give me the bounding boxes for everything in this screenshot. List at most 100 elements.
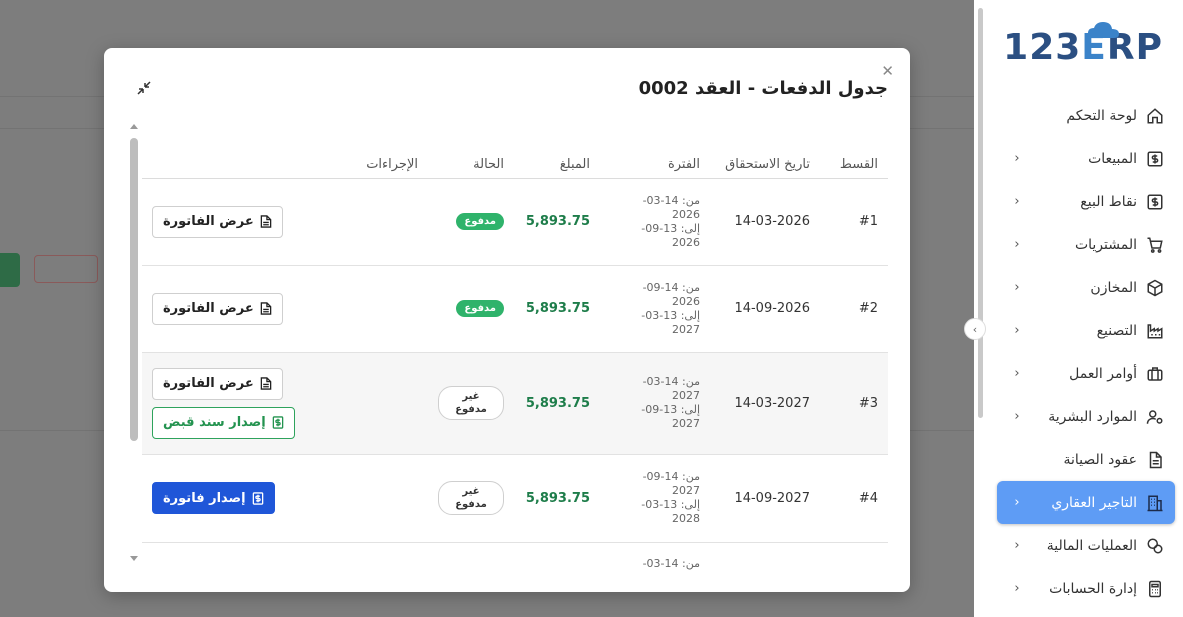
installment-cell: #4 xyxy=(820,454,888,543)
scroll-down-icon[interactable] xyxy=(130,556,138,561)
installment-cell: #1 xyxy=(820,178,888,266)
amount-cell: 5,893.75 xyxy=(514,178,600,266)
period-to: إلى: 13-09-2027 xyxy=(641,403,700,430)
table-header-row: القسط تاريخ الاستحقاق الفترة المبلغ الحا… xyxy=(142,128,888,179)
briefcase-icon xyxy=(1145,364,1165,384)
view-invoice-button[interactable]: عرض الفاتورة xyxy=(152,292,283,325)
minimize-icon[interactable] xyxy=(136,80,152,96)
installment-cell: #3 xyxy=(820,352,888,455)
due-date-cell: 14-03-2026 xyxy=(710,178,820,266)
chevron-left-icon: ‹ xyxy=(1014,495,1020,510)
period-cell: من: 14-03-2027 إلى: 13-09-2027 xyxy=(600,352,710,455)
sidebar-item-label: لوحة التحكم xyxy=(1066,107,1137,124)
sidebar-item-hr[interactable]: الموارد البشرية ‹ xyxy=(997,395,1175,438)
sidebar-item-accounts-management[interactable]: إدارة الحسابات ‹ xyxy=(997,567,1175,610)
calculator-icon xyxy=(1145,579,1165,599)
installment-cell xyxy=(820,542,888,592)
period-from: من: 14-03- xyxy=(642,556,700,570)
chevron-left-icon: ‹ xyxy=(1014,194,1020,209)
building-icon xyxy=(1145,493,1165,513)
bg-green-button xyxy=(0,253,20,287)
scroll-up-icon[interactable] xyxy=(130,124,138,129)
status-badge: غير مدفوع xyxy=(438,481,504,515)
logo-text: 123ERP xyxy=(1003,26,1163,68)
sidebar-item-manufacturing[interactable]: التصنيع ‹ xyxy=(997,309,1175,352)
actions-cell: عرض الفاتورة xyxy=(142,178,428,266)
actions-cell xyxy=(142,542,428,592)
coins-icon xyxy=(1145,536,1165,556)
status-cell: مدفوع xyxy=(428,265,514,353)
sidebar-item-label: المبيعات xyxy=(1088,150,1137,167)
sidebar-item-purchases[interactable]: المشتريات ‹ xyxy=(997,223,1175,266)
chevron-left-icon: ‹ xyxy=(1014,581,1020,596)
installment-cell: #2 xyxy=(820,265,888,353)
file-icon xyxy=(260,377,272,390)
modal-title: جدول الدفعات - العقد 0002 xyxy=(638,78,888,99)
status-cell xyxy=(428,542,514,592)
table-row: من: 14-03- xyxy=(142,542,888,592)
status-cell: غير مدفوع xyxy=(428,352,514,455)
sidebar-item-dashboard[interactable]: لوحة التحكم xyxy=(997,94,1175,137)
file-icon xyxy=(260,215,272,228)
sidebar-item-label: المشتريات xyxy=(1074,236,1137,253)
chevron-left-icon: ‹ xyxy=(1014,538,1020,553)
factory-icon xyxy=(1145,321,1165,341)
sidebar-item-real-estate-leasing[interactable]: التاجير العقاري ‹ xyxy=(997,481,1175,524)
due-date-cell: 14-03-2027 xyxy=(710,352,820,455)
actions-cell: عرض الفاتورة إصدار سند قبض xyxy=(142,352,428,455)
dollar-icon xyxy=(1145,192,1165,212)
sidebar-collapse-button[interactable]: › xyxy=(964,318,986,340)
money-icon xyxy=(272,416,284,429)
home-icon xyxy=(1145,106,1165,126)
sidebar-item-warehouses[interactable]: المخازن ‹ xyxy=(997,266,1175,309)
issue-invoice-button[interactable]: إصدار فاتورة xyxy=(152,482,275,514)
sidebar-item-pos[interactable]: نقاط البيع ‹ xyxy=(997,180,1175,223)
view-invoice-button[interactable]: عرض الفاتورة xyxy=(152,367,283,400)
period-from: من: 14-03-2026 xyxy=(642,193,700,221)
view-invoice-label: عرض الفاتورة xyxy=(163,214,254,229)
period-to: إلى: 13-03-2027 xyxy=(641,308,700,336)
column-header-installment: القسط xyxy=(820,128,888,179)
column-header-status: الحالة xyxy=(428,128,514,179)
chevron-left-icon: ‹ xyxy=(1014,409,1020,424)
amount-cell xyxy=(514,542,600,592)
chevron-left-icon: ‹ xyxy=(1014,280,1020,295)
sidebar-item-maintenance-contracts[interactable]: عقود الصيانة xyxy=(997,438,1175,481)
column-header-due-date: تاريخ الاستحقاق xyxy=(710,128,820,179)
due-date-cell: 14-09-2026 xyxy=(710,265,820,353)
user-gear-icon xyxy=(1145,407,1165,427)
sidebar-item-sales[interactable]: المبيعات ‹ xyxy=(997,137,1175,180)
period-to: إلى: 13-03-2028 xyxy=(641,498,700,525)
chevron-left-icon: ‹ xyxy=(1014,323,1020,338)
sidebar-item-work-orders[interactable]: أوامر العمل ‹ xyxy=(997,352,1175,395)
chevron-left-icon: ‹ xyxy=(1014,237,1020,252)
table-row: #1 14-03-2026 من: 14-03-2026 إلى: 13-09-… xyxy=(142,178,888,266)
scrollbar-thumb[interactable] xyxy=(130,138,138,441)
sidebar-item-label: التصنيع xyxy=(1096,322,1137,339)
sidebar-item-financial-operations[interactable]: العمليات المالية ‹ xyxy=(997,524,1175,567)
document-icon xyxy=(1145,450,1165,470)
actions-cell: إصدار فاتورة xyxy=(142,454,428,543)
box-icon xyxy=(1145,278,1165,298)
issue-receipt-button[interactable]: إصدار سند قبض xyxy=(152,406,295,439)
status-cell: غير مدفوع xyxy=(428,454,514,543)
payment-schedule-modal: ✕ جدول الدفعات - العقد 0002 القسط تاريخ … xyxy=(104,48,910,592)
period-from: من: 14-09-2027 xyxy=(642,470,700,497)
dollar-icon xyxy=(1145,149,1165,169)
issue-receipt-label: إصدار سند قبض xyxy=(163,415,266,430)
due-date-cell: 14-09-2027 xyxy=(710,454,820,543)
table-row: #3 14-03-2027 من: 14-03-2027 إلى: 13-09-… xyxy=(142,352,888,455)
amount-cell: 5,893.75 xyxy=(514,352,600,455)
sidebar-scrollbar[interactable] xyxy=(978,8,983,418)
column-header-period: الفترة xyxy=(600,128,710,179)
cart-icon xyxy=(1145,235,1165,255)
sidebar-item-label: عقود الصيانة xyxy=(1063,451,1137,468)
period-cell: من: 14-03-2026 إلى: 13-09-2026 xyxy=(600,178,710,266)
app-logo[interactable]: 123ERP xyxy=(1003,22,1163,72)
period-cell: من: 14-09-2026 إلى: 13-03-2027 xyxy=(600,265,710,353)
amount-cell: 5,893.75 xyxy=(514,265,600,353)
modal-scrollbar[interactable] xyxy=(130,124,140,564)
view-invoice-button[interactable]: عرض الفاتورة xyxy=(152,205,283,238)
chevron-left-icon: ‹ xyxy=(1014,151,1020,166)
table-row: #4 14-09-2027 من: 14-09-2027 إلى: 13-03-… xyxy=(142,454,888,543)
